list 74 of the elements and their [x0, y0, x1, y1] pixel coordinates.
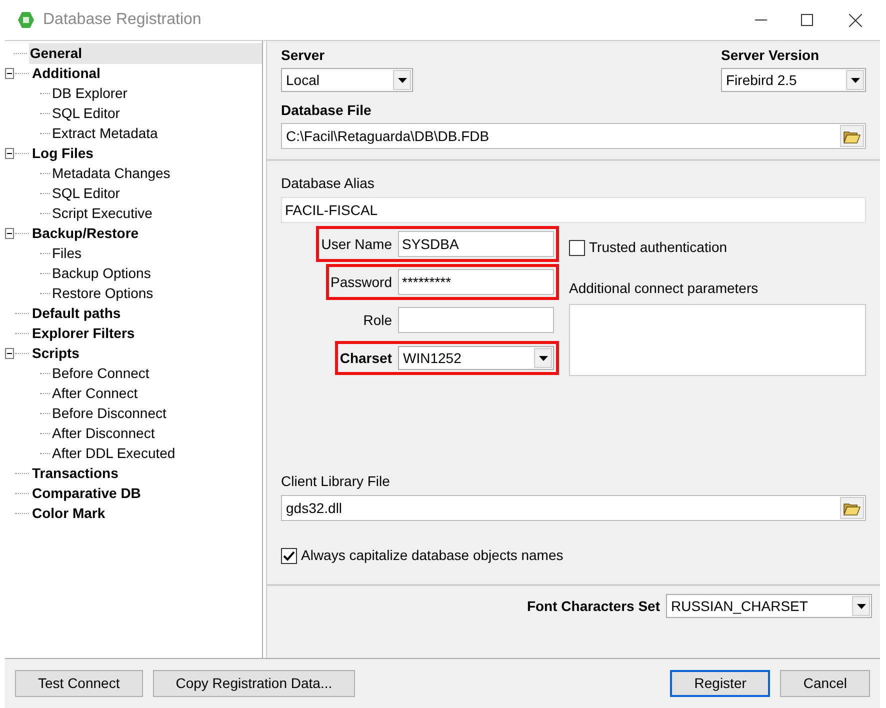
- dropdown-arrow-icon: [856, 604, 866, 608]
- browse-button[interactable]: [840, 125, 864, 147]
- server-version-dropdown[interactable]: Firebird 2.5: [721, 68, 866, 92]
- tree-item[interactable]: Extract Metadata: [52, 122, 158, 144]
- tree-item[interactable]: Explorer Filters: [31, 322, 136, 344]
- dropdown-button[interactable]: [852, 596, 870, 616]
- dropdown-button[interactable]: [846, 70, 864, 90]
- tree-item[interactable]: Metadata Changes: [52, 162, 170, 184]
- charset-dropdown[interactable]: WIN1252: [398, 346, 554, 370]
- server-dropdown[interactable]: Local: [281, 68, 413, 92]
- field-label: Font Characters Set: [526, 596, 660, 616]
- text-field[interactable]: [398, 307, 554, 333]
- tree-item[interactable]: Files: [52, 242, 82, 264]
- tree-item[interactable]: DB Explorer: [52, 82, 128, 104]
- dropdown-arrow-icon: [850, 78, 860, 82]
- field-label: Additional connect parameters: [569, 279, 760, 298]
- checkmark-icon: [283, 550, 295, 560]
- field-label: Server Version: [721, 46, 820, 65]
- tree-item[interactable]: Color Mark: [31, 502, 106, 524]
- collapse-icon[interactable]: [4, 348, 14, 358]
- file-field[interactable]: C:\Facil\Retaguarda\DB\DB.FDB: [281, 123, 866, 149]
- dropdown-arrow-icon: [398, 78, 406, 82]
- tree-item[interactable]: Transactions: [31, 462, 120, 484]
- field-label: Database Alias: [281, 174, 376, 193]
- checkbox[interactable]: [569, 240, 585, 256]
- field-label: Password: [330, 272, 393, 292]
- text-field[interactable]: *********: [398, 269, 554, 295]
- tree-item[interactable]: After Connect: [52, 382, 138, 404]
- dialog-button[interactable]: Register: [670, 670, 770, 697]
- field-label: User Name: [321, 234, 393, 254]
- checkbox-label: Trusted authentication: [589, 238, 728, 257]
- checkbox[interactable]: [281, 548, 297, 564]
- tree-item[interactable]: Restore Options: [52, 282, 154, 304]
- dropdown-arrow-icon: [538, 356, 548, 360]
- tree-item[interactable]: Scripts: [31, 342, 80, 364]
- tree-item[interactable]: General: [28, 42, 262, 64]
- field-label: Server: [281, 46, 326, 65]
- browse-button[interactable]: [840, 497, 864, 519]
- tree-item[interactable]: SQL Editor: [52, 102, 120, 124]
- close-icon[interactable]: [849, 14, 862, 26]
- dialog-button[interactable]: Cancel: [780, 670, 870, 697]
- dialog-button[interactable]: Copy Registration Data...: [152, 670, 356, 697]
- tree-item[interactable]: Log Files: [31, 142, 94, 164]
- tree-item[interactable]: Default paths: [31, 302, 122, 324]
- tree-item[interactable]: Backup Options: [52, 262, 151, 284]
- field-label: Database File: [281, 101, 372, 120]
- tree-item[interactable]: Script Executive: [52, 202, 152, 224]
- maximize-icon[interactable]: [801, 14, 813, 26]
- dropdown-button[interactable]: [393, 70, 411, 90]
- tree-item[interactable]: Comparative DB: [31, 482, 142, 504]
- tree-item[interactable]: Before Disconnect: [52, 402, 166, 424]
- file-field[interactable]: gds32.dll: [281, 495, 866, 521]
- collapse-icon[interactable]: [4, 228, 14, 238]
- tree-item[interactable]: SQL Editor: [52, 182, 120, 204]
- text-field[interactable]: SYSDBA: [398, 231, 554, 257]
- window-title: Database Registration: [43, 10, 202, 30]
- tree-item[interactable]: Backup/Restore: [31, 222, 140, 244]
- field-label: Charset: [340, 348, 393, 368]
- tree-item[interactable]: After DDL Executed: [52, 442, 176, 464]
- dialog-button[interactable]: Test Connect: [15, 670, 143, 697]
- folder-icon: [843, 500, 861, 516]
- checkbox-label: Always capitalize database objects names: [301, 546, 564, 565]
- folder-icon: [843, 128, 861, 144]
- collapse-icon[interactable]: [4, 148, 14, 158]
- field-label: Role: [363, 310, 393, 330]
- tree-item[interactable]: Before Connect: [52, 362, 150, 384]
- tree-item[interactable]: Additional: [31, 62, 102, 84]
- app-logo-icon: [17, 11, 35, 29]
- font-charset-dropdown[interactable]: RUSSIAN_CHARSET: [666, 594, 872, 618]
- dropdown-button[interactable]: [534, 348, 552, 368]
- collapse-icon[interactable]: [4, 68, 14, 78]
- tree-item[interactable]: After Disconnect: [52, 422, 155, 444]
- field-label: Client Library File: [281, 472, 391, 491]
- text-field[interactable]: FACIL-FISCAL: [281, 197, 866, 223]
